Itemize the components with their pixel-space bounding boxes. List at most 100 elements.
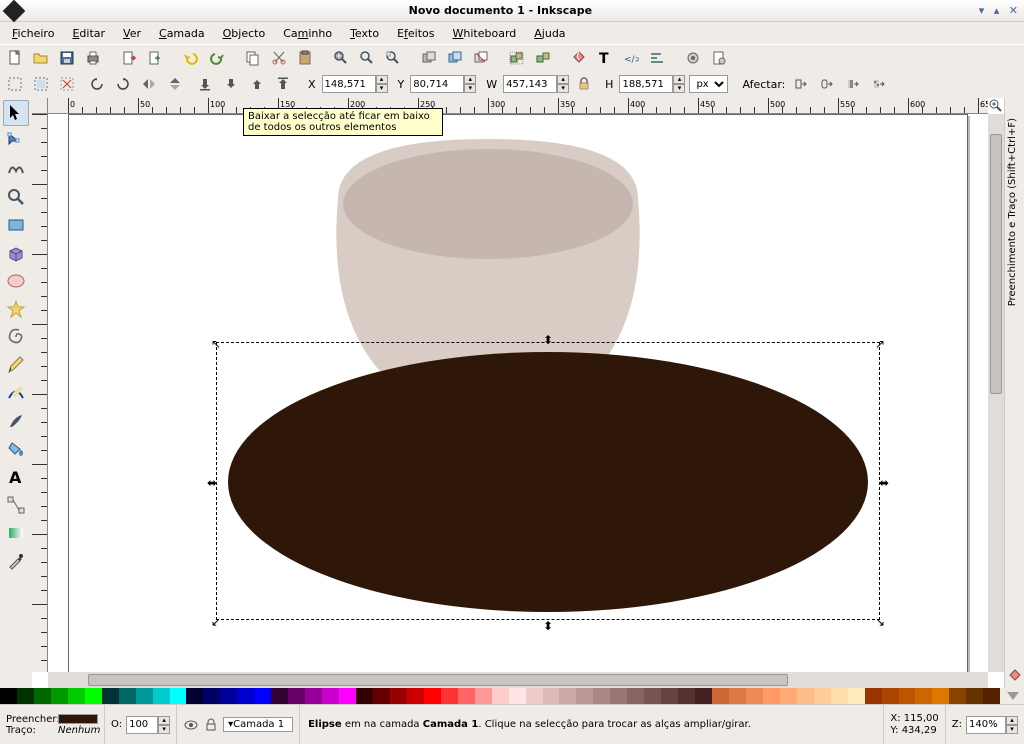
swatch[interactable]: [678, 688, 695, 704]
swatch[interactable]: [322, 688, 339, 704]
swatch[interactable]: [932, 688, 949, 704]
canvas[interactable]: ↖ ⬍ ↗ ⬌ ⬌ ↙ ⬍ ↘: [48, 114, 988, 672]
export-button[interactable]: [144, 47, 166, 69]
handle-w[interactable]: ⬌: [207, 476, 217, 486]
align-button[interactable]: [646, 47, 668, 69]
swatch[interactable]: [966, 688, 983, 704]
flip-h-button[interactable]: [138, 73, 160, 95]
swatch[interactable]: [237, 688, 254, 704]
x-input[interactable]: ▴▾: [322, 75, 388, 93]
lock-layer-icon[interactable]: [203, 717, 219, 733]
handle-ne[interactable]: ↗: [875, 337, 885, 347]
zoom-in-icon[interactable]: [988, 98, 1004, 114]
redo-button[interactable]: [206, 47, 228, 69]
swatch[interactable]: [865, 688, 882, 704]
group-button[interactable]: [506, 47, 528, 69]
swatch[interactable]: [543, 688, 560, 704]
menu-ficheiro[interactable]: Ficheiro: [4, 25, 62, 42]
palette-menu-icon[interactable]: [1002, 688, 1024, 704]
star-tool[interactable]: [3, 296, 29, 322]
sidepanel[interactable]: Preenchimento e Traço (Shift+Ctrl+F): [1004, 98, 1024, 688]
scrollbar-h[interactable]: [48, 672, 988, 688]
swatch[interactable]: [831, 688, 848, 704]
selector-tool[interactable]: [3, 100, 29, 126]
menu-whiteboard[interactable]: Whiteboard: [445, 25, 525, 42]
swatch[interactable]: [780, 688, 797, 704]
opacity-input[interactable]: ▴▾: [126, 716, 170, 734]
stroke-value[interactable]: Nenhum: [58, 725, 98, 736]
swatch[interactable]: [373, 688, 390, 704]
raise-button[interactable]: [246, 73, 268, 95]
gradient-tool[interactable]: [3, 520, 29, 546]
spiral-tool[interactable]: [3, 324, 29, 350]
clone-button[interactable]: [444, 47, 466, 69]
raise-top-button[interactable]: [272, 73, 294, 95]
swatch[interactable]: [509, 688, 526, 704]
swatch[interactable]: [34, 688, 51, 704]
pencil-tool[interactable]: [3, 352, 29, 378]
swatch[interactable]: [763, 688, 780, 704]
swatch[interactable]: [526, 688, 543, 704]
rect-tool[interactable]: [3, 212, 29, 238]
select-all-button[interactable]: [4, 73, 26, 95]
swatch[interactable]: [119, 688, 136, 704]
menu-ajuda[interactable]: Ajuda: [526, 25, 573, 42]
swatch[interactable]: [848, 688, 865, 704]
swatch[interactable]: [644, 688, 661, 704]
swatch[interactable]: [254, 688, 271, 704]
swatch[interactable]: [390, 688, 407, 704]
select-layers-button[interactable]: [30, 73, 52, 95]
xml-button[interactable]: </>: [620, 47, 642, 69]
unit-select[interactable]: px: [689, 75, 728, 93]
h-input[interactable]: ▴▾: [619, 75, 685, 93]
tweak-tool[interactable]: [3, 156, 29, 182]
swatch[interactable]: [153, 688, 170, 704]
handle-sw[interactable]: ↙: [211, 615, 221, 625]
swatch[interactable]: [186, 688, 203, 704]
doc-prefs-button[interactable]: [708, 47, 730, 69]
lower-button[interactable]: [220, 73, 242, 95]
paste-button[interactable]: [294, 47, 316, 69]
swatch[interactable]: [492, 688, 509, 704]
visibility-icon[interactable]: [183, 717, 199, 733]
unlink-button[interactable]: [470, 47, 492, 69]
min-icon[interactable]: ▾: [979, 4, 985, 17]
swatch[interactable]: [356, 688, 373, 704]
handle-e[interactable]: ⬌: [879, 476, 889, 486]
calligraphy-tool[interactable]: [3, 408, 29, 434]
zoom-page-button[interactable]: [382, 47, 404, 69]
swatch[interactable]: [797, 688, 814, 704]
ungroup-button[interactable]: [532, 47, 554, 69]
menu-caminho[interactable]: Caminho: [275, 25, 340, 42]
max-icon[interactable]: ▴: [994, 4, 1000, 17]
swatch[interactable]: [695, 688, 712, 704]
menu-editar[interactable]: Editar: [64, 25, 113, 42]
swatch[interactable]: [458, 688, 475, 704]
handle-nw[interactable]: ↖: [211, 337, 221, 347]
menu-objecto[interactable]: Objecto: [215, 25, 274, 42]
swatch[interactable]: [729, 688, 746, 704]
swatch[interactable]: [661, 688, 678, 704]
swatch[interactable]: [915, 688, 932, 704]
undo-button[interactable]: [180, 47, 202, 69]
swatch[interactable]: [17, 688, 34, 704]
swatch[interactable]: [983, 688, 1000, 704]
zoom-tool[interactable]: [3, 184, 29, 210]
node-tool[interactable]: [3, 128, 29, 154]
close-icon[interactable]: ✕: [1009, 4, 1018, 17]
zoom-draw-button[interactable]: [356, 47, 378, 69]
duplicate-button[interactable]: [418, 47, 440, 69]
y-input[interactable]: ▴▾: [410, 75, 476, 93]
open-button[interactable]: [30, 47, 52, 69]
dropper-tool[interactable]: [3, 548, 29, 574]
swatch[interactable]: [68, 688, 85, 704]
flip-v-button[interactable]: [164, 73, 186, 95]
affect-stroke-button[interactable]: [791, 73, 813, 95]
zoom-fit-button[interactable]: [330, 47, 352, 69]
swatch[interactable]: [203, 688, 220, 704]
swatch[interactable]: [593, 688, 610, 704]
swatch[interactable]: [305, 688, 322, 704]
text-dialog-button[interactable]: T: [594, 47, 616, 69]
affect-pattern-button[interactable]: [869, 73, 891, 95]
swatch[interactable]: [170, 688, 187, 704]
